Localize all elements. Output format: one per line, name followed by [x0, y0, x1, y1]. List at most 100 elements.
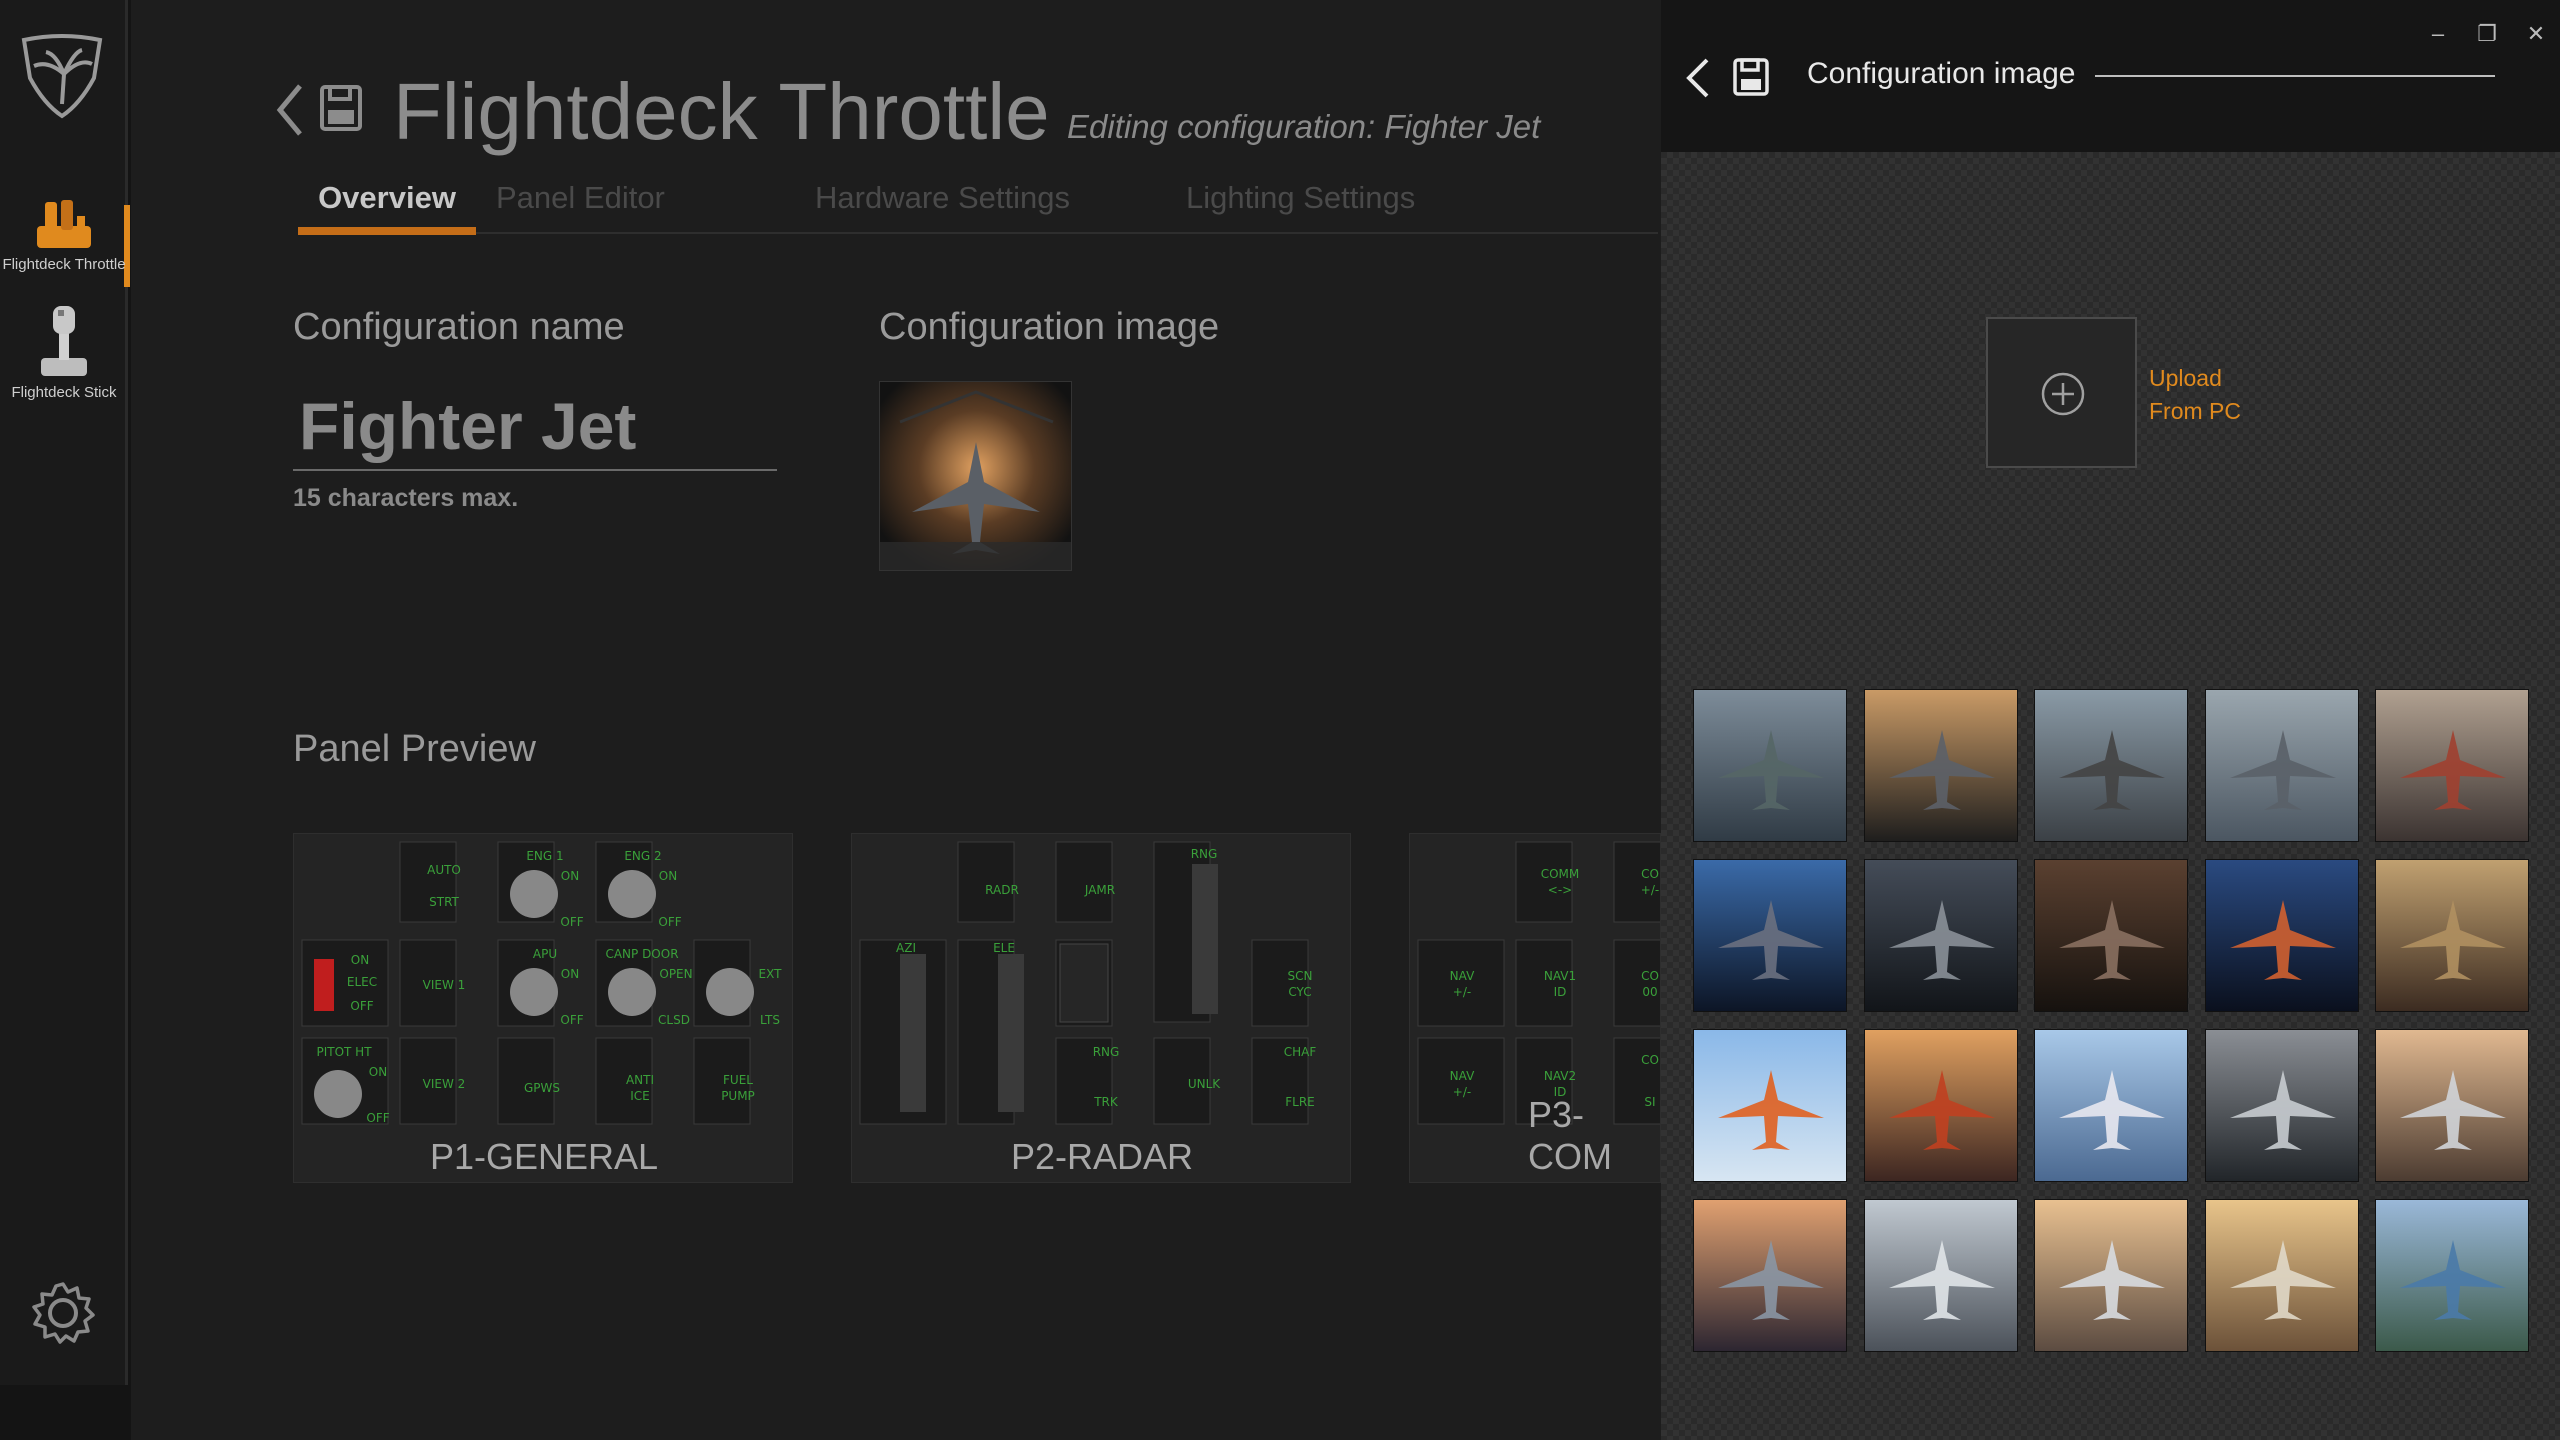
svg-text:RADR: RADR	[985, 883, 1019, 897]
tab-overview[interactable]: Overview	[298, 180, 476, 234]
tab-bar: Overview Panel Editor Hardware Settings …	[298, 180, 1658, 234]
svg-text:OPEN: OPEN	[659, 967, 692, 981]
gallery-image-airliner-sunset[interactable]	[1863, 1029, 2018, 1182]
gallery-image-business-jet-silver[interactable]	[1863, 1199, 2018, 1352]
save-icon[interactable]	[1733, 58, 1769, 96]
svg-text:OFF: OFF	[658, 915, 681, 929]
svg-text:OFF: OFF	[366, 1111, 389, 1125]
svg-text:ON: ON	[561, 869, 579, 883]
svg-text:ENG 2: ENG 2	[624, 849, 661, 863]
svg-text:CO: CO	[1641, 1053, 1659, 1067]
svg-text:FLRE: FLRE	[1285, 1095, 1315, 1109]
svg-text:+/-: +/-	[1641, 883, 1659, 897]
configuration-name-input[interactable]: Fighter Jet	[293, 385, 777, 471]
svg-text:AUTO: AUTO	[427, 863, 461, 877]
svg-text:OFF: OFF	[560, 915, 583, 929]
svg-text:NAV: NAV	[1450, 969, 1475, 983]
svg-text:OFF: OFF	[350, 999, 373, 1013]
svg-text:ON: ON	[561, 967, 579, 981]
p2-radar-controls: RADR JAMR RNG AZI ELE SCN CYC RNG TRK UN…	[859, 841, 1317, 1125]
plus-circle-icon	[2041, 372, 2085, 416]
character-limit-hint: 15 characters max.	[293, 484, 519, 512]
svg-text:<->: <->	[1548, 883, 1572, 897]
svg-text:CLSD: CLSD	[658, 1013, 690, 1027]
gallery-image-starship-gold[interactable]	[2375, 859, 2529, 1012]
svg-text:LTS: LTS	[760, 1013, 780, 1027]
drawer-title: Configuration image	[1807, 57, 2076, 90]
save-icon[interactable]	[319, 84, 363, 132]
svg-text:SCN: SCN	[1288, 969, 1313, 983]
svg-text:PITOT HT: PITOT HT	[316, 1045, 372, 1059]
gallery-image-attack-jet[interactable]	[2204, 689, 2359, 842]
svg-text:ANTI: ANTI	[626, 1073, 654, 1087]
gallery-image-spaceship-earth[interactable]	[1693, 859, 1847, 1012]
svg-text:OFF: OFF	[560, 1013, 583, 1027]
svg-text:UNLK: UNLK	[1188, 1077, 1221, 1091]
back-arrow-icon[interactable]	[1683, 56, 1713, 100]
svg-text:CYC: CYC	[1288, 985, 1311, 999]
svg-text:ON: ON	[369, 1065, 387, 1079]
panel-preview-p3-com[interactable]: COMM <-> CO +/- NAV +/- NAV1 ID CO 00 NA…	[1409, 833, 1661, 1183]
close-button[interactable]: ✕	[2518, 16, 2554, 52]
panel-preview-title: Panel Preview	[293, 728, 536, 770]
svg-text:RNG: RNG	[1093, 1045, 1120, 1059]
sidebar-item-flightdeck-stick[interactable]: Flightdeck Stick	[0, 300, 128, 401]
svg-text:JAMR: JAMR	[1084, 883, 1115, 897]
svg-text:NAV1: NAV1	[1544, 969, 1576, 983]
maximize-button[interactable]: ❐	[2469, 16, 2505, 52]
configuration-image-thumbnail[interactable]	[879, 381, 1072, 571]
svg-text:NAV2: NAV2	[1544, 1069, 1576, 1083]
gallery-image-prop-sunset[interactable]	[1693, 1199, 1847, 1352]
sidebar-item-label: Flightdeck Throttle	[2, 256, 126, 273]
gallery-image-twin-prop[interactable]	[2034, 689, 2188, 842]
sidebar-item-flightdeck-throttle[interactable]: Flightdeck Throttle	[0, 196, 128, 273]
svg-text:ENG 1: ENG 1	[526, 849, 563, 863]
drawer-body: Upload From PC	[1661, 152, 2560, 1440]
panel-preview-p1-general[interactable]: AUTO STRT ENG 1 ON OFF ENG 2 ON OFF ON E…	[293, 833, 793, 1183]
editing-configuration-subtitle: Editing configuration: Fighter Jet	[1067, 108, 1541, 145]
svg-text:CANP DOOR: CANP DOOR	[605, 947, 678, 961]
svg-text:EXT: EXT	[759, 967, 783, 981]
svg-text:+/-: +/-	[1453, 1085, 1471, 1099]
svg-text:00: 00	[1642, 985, 1657, 999]
sidebar-item-label: Flightdeck Stick	[11, 384, 117, 401]
main-content: Flightdeck Throttle Editing configuratio…	[131, 0, 1661, 1440]
gallery-image-starship-grey[interactable]	[1863, 859, 2018, 1012]
gallery-image-vintage-prop[interactable]	[2375, 689, 2529, 842]
gallery-image-airliner-blue[interactable]	[2034, 1029, 2188, 1182]
configuration-image-label: Configuration image	[879, 306, 1220, 348]
sidebar: Flightdeck Throttle Flightdeck Stick	[0, 0, 130, 1385]
gear-icon[interactable]	[30, 1280, 96, 1346]
gallery-image-stealth-fighter[interactable]	[1693, 689, 1847, 842]
gallery-image-business-jet[interactable]	[2375, 1029, 2529, 1182]
svg-text:+/-: +/-	[1453, 985, 1471, 999]
tab-hardware-settings[interactable]: Hardware Settings	[815, 180, 1070, 216]
svg-text:COMM: COMM	[1541, 867, 1580, 881]
drawer-title-divider	[2095, 75, 2495, 77]
back-arrow-icon[interactable]	[274, 82, 306, 138]
svg-text:STRT: STRT	[429, 895, 459, 909]
svg-text:APU: APU	[533, 947, 557, 961]
page-title: Flightdeck Throttle	[393, 67, 1050, 156]
minimize-button[interactable]: –	[2420, 16, 2456, 52]
gallery-image-jet-clouds[interactable]	[2034, 1199, 2188, 1352]
svg-text:AZI: AZI	[896, 941, 916, 955]
throttle-icon	[37, 200, 91, 248]
gallery-image-starship-orange[interactable]	[2204, 859, 2359, 1012]
gallery-image-airliner-orange[interactable]	[1693, 1029, 1847, 1182]
gallery-image-jet-hangar[interactable]	[2204, 1029, 2359, 1182]
tab-panel-editor[interactable]: Panel Editor	[496, 180, 665, 216]
gallery-image-starship-brown[interactable]	[2034, 859, 2188, 1012]
upload-from-pc-button[interactable]	[1986, 317, 2137, 468]
tab-lighting-settings[interactable]: Lighting Settings	[1186, 180, 1415, 216]
gallery-image-jet-mountains[interactable]	[2375, 1199, 2529, 1352]
gallery-image-fighter-hangar[interactable]	[1863, 689, 2018, 842]
p1-general-controls: AUTO STRT ENG 1 ON OFF ENG 2 ON OFF ON E…	[301, 841, 783, 1125]
gallery-image-jet-golden[interactable]	[2204, 1199, 2359, 1352]
panel-label: P1-GENERAL	[429, 1136, 659, 1177]
svg-text:ON: ON	[659, 869, 677, 883]
svg-text:VIEW 2: VIEW 2	[423, 1077, 466, 1091]
upload-from-pc-label[interactable]: Upload From PC	[2149, 362, 2241, 428]
panel-preview-p2-radar[interactable]: RADR JAMR RNG AZI ELE SCN CYC RNG TRK UN…	[851, 833, 1351, 1183]
svg-text:CHAF: CHAF	[1284, 1045, 1317, 1059]
